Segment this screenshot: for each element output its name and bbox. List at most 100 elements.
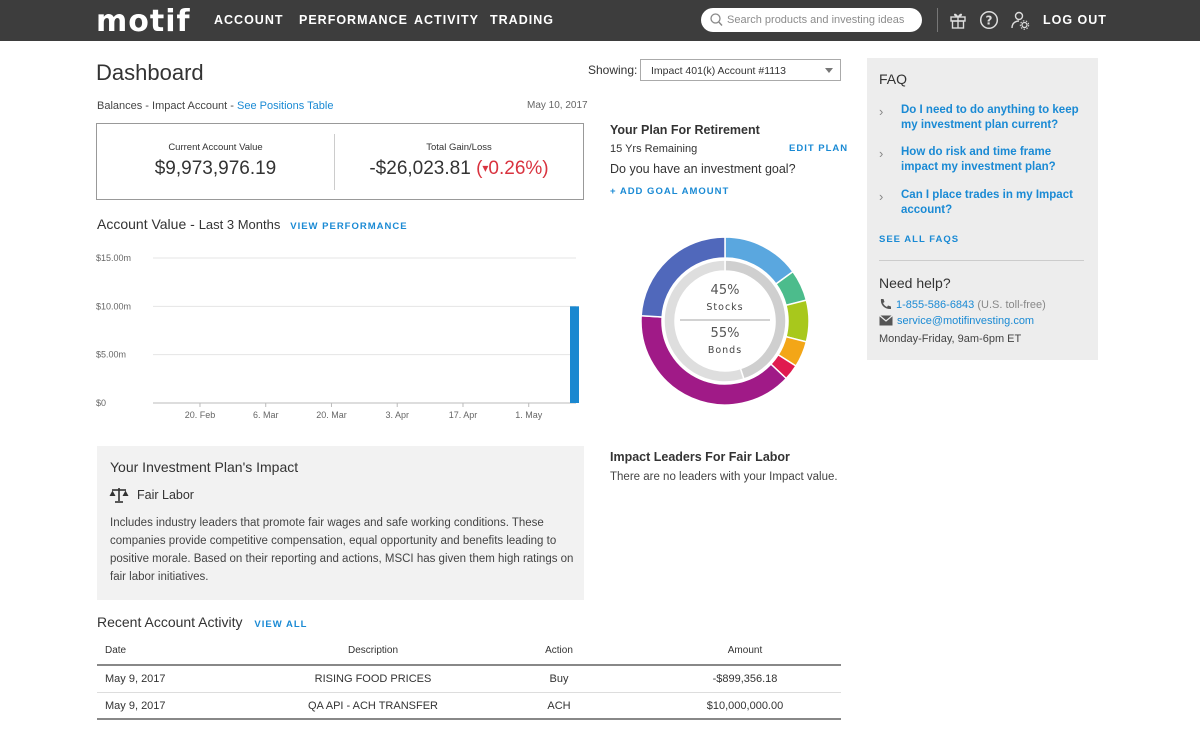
chevron-down-icon xyxy=(825,68,833,73)
y-tick-label: $10.00m xyxy=(96,301,131,311)
account-select[interactable]: Impact 401(k) Account #1113 xyxy=(640,59,841,81)
positions-table-link[interactable]: See Positions Table xyxy=(237,100,333,112)
user-settings-icon[interactable] xyxy=(1010,10,1030,30)
faq-question-text[interactable]: Can I place trades in my Impact account? xyxy=(901,188,1091,218)
x-tick-label: 1. May xyxy=(515,410,543,420)
top-nav-bar: motif ACCOUNT PERFORMANCE ACTIVITY TRADI… xyxy=(0,0,1200,41)
stocks-percent: 45% xyxy=(711,283,740,298)
account-chart-title: Account Value - Last 3 Months VIEW PERFO… xyxy=(97,216,408,232)
goal-question: Do you have an investment goal? xyxy=(610,162,796,176)
view-performance-link[interactable]: VIEW PERFORMANCE xyxy=(290,221,407,232)
account-value-chart: $0 $5.00m $10.00m $15.00m 20. Feb 6. Mar 20. M… xyxy=(96,253,579,420)
row-description: RISING FOOD PRICES xyxy=(314,673,432,685)
nav-divider xyxy=(937,8,938,32)
showing-label: Showing: xyxy=(588,63,638,77)
balances-box: Current Account Value $9,973,976.19 Tota… xyxy=(96,123,584,200)
col-amount-header: Amount xyxy=(727,645,763,656)
gain-paren-close: ) xyxy=(542,158,549,179)
nav-trading[interactable]: TRADING xyxy=(490,13,554,27)
nav-performance[interactable]: PERFORMANCE xyxy=(299,13,408,27)
account-chart-subtitle: Last 3 Months xyxy=(198,217,281,232)
logout-button[interactable]: LOG OUT xyxy=(1043,13,1107,27)
faq-title: FAQ xyxy=(879,71,908,87)
row-date: May 9, 2017 xyxy=(105,673,166,685)
table-row: May 9, 2017 QA API - ACH TRANSFER ACH $1… xyxy=(97,693,841,720)
faq-question-text[interactable]: Do I need to do anything to keep my inve… xyxy=(901,103,1091,133)
chevron-right-icon: › xyxy=(879,146,884,161)
impact-panel: Your Investment Plan's Impact Fair Labor… xyxy=(97,446,584,600)
phone-icon xyxy=(880,299,891,310)
search-box xyxy=(701,8,922,32)
col-date-header: Date xyxy=(105,645,127,656)
account-chart-title-text: Account Value - xyxy=(97,216,199,232)
help-title: Need help? xyxy=(879,275,951,291)
motif-logo[interactable]: motif xyxy=(96,4,191,39)
allocation-segment xyxy=(785,299,810,343)
email-link[interactable]: service@motifinvesting.com xyxy=(897,315,1034,327)
gift-icon[interactable] xyxy=(948,10,968,30)
search-input[interactable] xyxy=(727,11,915,29)
nav-account[interactable]: ACCOUNT xyxy=(214,13,284,27)
view-all-link[interactable]: VIEW ALL xyxy=(254,619,307,630)
account-select-value: Impact 401(k) Account #1113 xyxy=(651,65,787,77)
table-header-row: Date Description Action Amount xyxy=(97,640,841,666)
x-tick-label: 20. Feb xyxy=(185,410,216,420)
row-action: ACH xyxy=(547,700,571,712)
activity-title-text: Recent Account Activity xyxy=(97,614,243,630)
leaders-text: There are no leaders with your Impact va… xyxy=(610,471,838,483)
balances-date: May 10, 2017 xyxy=(527,100,588,111)
page-title: Dashboard xyxy=(96,60,204,85)
see-all-faqs-link[interactable]: SEE ALL FAQS xyxy=(879,234,959,245)
y-tick-label: $5.00m xyxy=(96,350,126,360)
activity-table: Date Description Action Amount May 9, 20… xyxy=(97,640,841,720)
faq-question-text[interactable]: How do risk and time frame impact my inv… xyxy=(901,145,1091,175)
row-action: Buy xyxy=(549,673,569,685)
col-action-header: Action xyxy=(545,645,573,656)
current-value: $9,973,976.19 xyxy=(154,158,277,179)
edit-plan-link[interactable]: EDIT PLAN xyxy=(789,143,848,154)
gain-loss-percent: (▾0.26%) xyxy=(476,158,549,179)
impact-description: Includes industry leaders that promote f… xyxy=(110,517,574,583)
chevron-right-icon: › xyxy=(879,189,884,204)
envelope-icon xyxy=(879,315,893,326)
years-remaining: 15 Yrs Remaining xyxy=(610,143,698,155)
row-date: May 9, 2017 xyxy=(105,700,166,712)
x-tick-label: 17. Apr xyxy=(449,410,478,420)
impact-category: Fair Labor xyxy=(137,488,194,502)
chevron-right-icon: › xyxy=(879,104,884,119)
search-icon xyxy=(710,13,723,26)
bonds-percent: 55% xyxy=(711,326,740,341)
x-tick-label: 3. Apr xyxy=(385,410,409,420)
phone-line: 1-855-586-6843 (U.S. toll-free) xyxy=(879,298,1046,311)
add-goal-link[interactable]: + ADD GOAL AMOUNT xyxy=(610,186,729,197)
allocation-donut-chart: 45% Stocks 55% Bonds xyxy=(640,236,810,406)
phone-note: (U.S. toll-free) xyxy=(974,299,1046,311)
bonds-label: Bonds xyxy=(708,345,742,356)
email-line: service@motifinvesting.com xyxy=(879,315,1034,327)
chart-bar xyxy=(570,306,579,403)
support-hours: Monday-Friday, 9am-6pm ET xyxy=(879,333,1022,345)
leaders-title: Impact Leaders For Fair Labor xyxy=(610,450,790,464)
row-description: QA API - ACH TRANSFER xyxy=(308,700,438,712)
gain-loss-amount: -$26,023.81 xyxy=(369,158,471,179)
gain-loss-label: Total Gain/Loss xyxy=(426,142,492,153)
y-tick-label: $0 xyxy=(96,398,106,408)
nav-activity[interactable]: ACTIVITY xyxy=(414,13,479,27)
impact-title: Your Investment Plan's Impact xyxy=(110,459,299,475)
current-value-label: Current Account Value xyxy=(168,142,263,153)
table-row: May 9, 2017 RISING FOOD PRICES Buy -$899… xyxy=(97,666,841,693)
phone-link[interactable]: 1-855-586-6843 xyxy=(896,299,974,311)
gain-pct-value: 0.26% xyxy=(488,158,543,179)
retirement-title: Your Plan For Retirement xyxy=(610,123,760,137)
row-amount: -$899,356.18 xyxy=(712,673,778,685)
col-description-header: Description xyxy=(347,645,399,656)
stocks-label: Stocks xyxy=(706,302,743,313)
help-icon[interactable]: ? xyxy=(979,10,999,30)
svg-text:?: ? xyxy=(986,14,993,28)
sidebar-divider xyxy=(879,260,1084,261)
y-tick-label: $15.00m xyxy=(96,253,131,263)
x-tick-label: 20. Mar xyxy=(316,410,347,420)
x-tick-label: 6. Mar xyxy=(253,410,279,420)
row-amount: $10,000,000.00 xyxy=(706,700,784,712)
activity-title: Recent Account Activity VIEW ALL xyxy=(97,614,307,630)
